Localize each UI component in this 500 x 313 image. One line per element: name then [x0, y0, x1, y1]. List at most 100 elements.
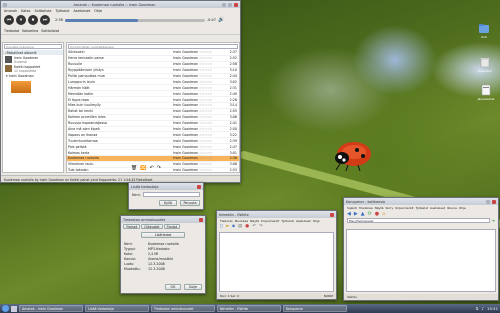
tab-general[interactable]: Yleiset [123, 224, 141, 229]
rating-stars[interactable]: ☆☆☆☆☆ [199, 86, 227, 90]
menu-location[interactable]: Sijainti [347, 206, 357, 210]
menu-view[interactable]: Näytä [375, 206, 384, 210]
editor-text-area[interactable] [219, 232, 334, 292]
progress-slider[interactable] [64, 18, 205, 22]
close-icon[interactable] [330, 212, 334, 217]
context-tab-collection[interactable]: Kokoelma [22, 29, 38, 33]
task-amarok[interactable]: Amarok - Irwin Goodman [19, 305, 83, 312]
previous-button[interactable]: ⏮ [4, 15, 14, 25]
volume-icon[interactable]: 🔊 [218, 17, 224, 23]
menu-window[interactable]: Ikkuna [447, 206, 457, 210]
redo-icon[interactable]: ↷ [157, 165, 161, 171]
rating-stars[interactable]: ☆☆☆☆☆ [199, 162, 227, 166]
editor-titlebar[interactable]: Nimetön - KWrite [217, 211, 336, 218]
menu-file[interactable]: Tiedosto [220, 219, 233, 223]
close-icon[interactable] [234, 2, 238, 7]
menu-amarok[interactable]: Amarok [4, 9, 17, 13]
cancel-button[interactable]: Peruuta [180, 200, 200, 206]
rating-stars[interactable]: ☆☆☆☆☆ [199, 62, 227, 66]
playlist-filter-input[interactable]: Kirjoita tähän suodattaaksesi [68, 44, 238, 49]
menu-settings[interactable]: Asetukset [296, 219, 311, 223]
trash-icon[interactable] [479, 56, 491, 68]
menu-tools[interactable]: Työkalut [281, 219, 293, 223]
dialog-name-input[interactable] [142, 192, 200, 197]
rating-stars[interactable]: ☆☆☆☆☆ [199, 168, 227, 172]
maximize-icon[interactable] [228, 2, 232, 7]
rating-stars[interactable]: ☆☆☆☆☆ [199, 74, 227, 78]
save-icon[interactable]: ▪ [232, 224, 235, 229]
rating-stars[interactable]: ☆☆☆☆☆ [199, 151, 227, 155]
menu-bookmarks[interactable]: Kirjanmerkit [261, 219, 279, 223]
clear-playlist-icon[interactable]: 🗑 [131, 165, 137, 171]
menu-help[interactable]: Ohje [94, 9, 102, 13]
task-kwrite[interactable]: Nimetön - KWrite [217, 305, 281, 312]
menu-playlist[interactable]: Soittolista [34, 9, 51, 13]
collection-search-input[interactable]: Suodata kokoelma [4, 44, 62, 49]
show-desktop-icon[interactable] [11, 305, 17, 312]
context-tab-playlists[interactable]: Soittolistat [41, 29, 59, 33]
sidebar-item-artist[interactable]: Irwin Goodman Ikuisesti [3, 55, 63, 64]
menu-go[interactable]: Siirry [385, 206, 393, 210]
menu-view[interactable]: Katso [21, 9, 30, 13]
menu-tools[interactable]: Työkalut [55, 9, 69, 13]
dialog-titlebar[interactable]: Lisää tiedostoja [129, 183, 203, 190]
rating-stars[interactable]: ☆☆☆☆☆ [199, 92, 227, 96]
address-input[interactable]: file:///home/user [347, 218, 490, 223]
rating-stars[interactable]: ☆☆☆☆☆ [199, 80, 227, 84]
rating-stars[interactable]: ☆☆☆☆☆ [199, 98, 227, 102]
volume-tray-icon[interactable]: ♪ [482, 306, 484, 311]
rating-stars[interactable]: ☆☆☆☆☆ [199, 121, 227, 125]
minimize-icon[interactable] [222, 2, 226, 7]
home-folder-icon[interactable] [478, 22, 490, 34]
network-icon[interactable]: ⇅ [475, 306, 478, 311]
go-icon[interactable]: ➜ [492, 218, 495, 223]
tab-permissions[interactable]: Oikeudet [141, 224, 163, 229]
tree-artist-node[interactable]: ▾ Irwin Goodman [3, 73, 63, 79]
menu-help[interactable]: Ohje [459, 206, 466, 210]
menu-tools[interactable]: Työkalut [416, 206, 428, 210]
k-menu-icon[interactable] [2, 305, 9, 312]
sidebar-item-all-tracks[interactable]: Kaikki kappaleet 12 kappaletta [3, 64, 63, 73]
close-icon[interactable] [199, 217, 203, 222]
rating-stars[interactable]: ☆☆☆☆☆ [199, 68, 227, 72]
details-button[interactable]: Lisätiedot [141, 232, 185, 238]
system-icon[interactable] [480, 84, 492, 96]
properties-titlebar[interactable]: Tiedoston ominaisuudet [121, 216, 205, 223]
undo-icon[interactable]: ↶ [252, 224, 256, 229]
close-doc-icon[interactable]: ● [245, 224, 249, 229]
next-button[interactable]: ⏭ [40, 15, 50, 25]
new-file-icon[interactable]: ▯ [220, 224, 222, 229]
menu-edit[interactable]: Muokkaa [235, 219, 248, 223]
undo-icon[interactable]: ↶ [150, 165, 154, 171]
menu-settings[interactable]: Asetukset [430, 206, 445, 210]
rating-stars[interactable]: ☆☆☆☆☆ [199, 115, 227, 119]
close-icon[interactable] [197, 184, 201, 189]
rating-stars[interactable]: ☆☆☆☆☆ [199, 103, 227, 107]
reload-icon[interactable]: ⟳ [368, 211, 372, 217]
redo-icon[interactable]: ↷ [259, 224, 263, 229]
rating-stars[interactable]: ☆☆☆☆☆ [199, 139, 227, 143]
task-konqueror[interactable]: Konqueror [283, 305, 347, 312]
home-icon[interactable]: ⌂ [382, 211, 385, 217]
rating-stars[interactable]: ☆☆☆☆☆ [199, 127, 227, 131]
rating-stars[interactable]: ☆☆☆☆☆ [199, 145, 227, 149]
menu-edit[interactable]: Muokkaa [359, 206, 372, 210]
browser-titlebar[interactable]: Konqueror - kotikansio [344, 198, 498, 205]
menu-settings[interactable]: Asetukset [73, 9, 90, 13]
close-button[interactable]: Sulje [184, 284, 202, 290]
context-tab-files[interactable]: Tiedostot [4, 29, 19, 33]
window-menu-icon[interactable] [3, 2, 7, 7]
tab-details[interactable]: Tiedot [163, 224, 181, 229]
rating-stars[interactable]: ☆☆☆☆☆ [199, 109, 227, 113]
clock[interactable]: 15:51 [487, 306, 498, 311]
stop-icon[interactable]: ● [375, 211, 379, 217]
rating-stars[interactable]: ☆☆☆☆☆ [199, 133, 227, 137]
ok-button[interactable]: Kyllä [159, 200, 177, 206]
browser-content[interactable] [346, 229, 496, 292]
task-add-files[interactable]: Lisää tiedostoja [85, 305, 149, 312]
menu-help[interactable]: Ohje [313, 219, 320, 223]
ok-button[interactable]: OK [165, 284, 181, 290]
play-pause-button[interactable]: ⏸ [16, 15, 26, 25]
back-icon[interactable]: ◀ [347, 211, 351, 217]
rating-stars[interactable]: ☆☆☆☆☆ [199, 56, 227, 60]
